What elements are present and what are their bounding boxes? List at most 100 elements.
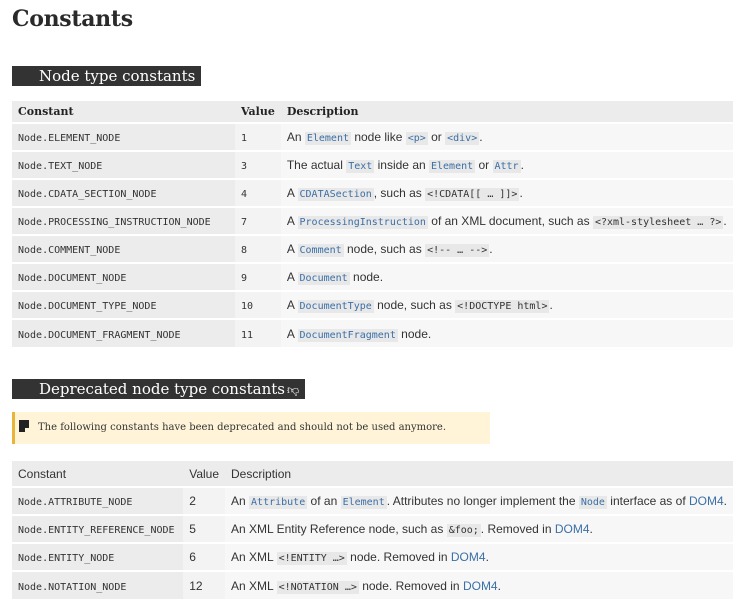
section-heading-deprecated-node-type-constants[interactable]: Deprecated node type constants 👎︎ <box>12 379 306 399</box>
description-text: An XML <box>231 578 277 593</box>
api-link[interactable]: Document <box>297 272 350 285</box>
api-link[interactable]: <div> <box>445 132 480 145</box>
table-row: Node.COMMENT_NODE 8 A Comment node, such a… <box>12 235 733 263</box>
description-text: node. Removed in <box>346 550 451 564</box>
description-cell: A ProcessingInstruction of an XML docume… <box>280 207 733 235</box>
description-text: node. <box>397 326 432 341</box>
constant-name: Node.TEXT_NODE <box>18 161 103 172</box>
api-link[interactable]: <p> <box>405 132 428 145</box>
description-text: A <box>286 326 298 341</box>
constant-name-cell: Node.TEXT_NODE <box>12 151 235 179</box>
constant-value-cell: 8 <box>235 235 281 263</box>
constant-value-cell: 5 <box>183 515 226 543</box>
section-heading-label: Node type constants <box>39 67 196 85</box>
api-link[interactable]: Text <box>346 160 375 173</box>
constant-value: 2 <box>189 494 196 508</box>
constant-name-cell: Node.ATTRIBUTE_NODE <box>12 487 184 515</box>
description-text: . Removed in <box>480 522 555 536</box>
code-snippet: <!ENTITY …> <box>276 552 347 565</box>
column-header-description: Description <box>231 466 292 481</box>
table-row: Node.PROCESSING_INSTRUCTION_NODE 7 A Proce… <box>12 207 733 235</box>
description-text: node. Removed in <box>358 578 463 593</box>
code-snippet: <!-- … --> <box>425 244 490 257</box>
spec-link[interactable]: DOM4 <box>555 522 590 536</box>
description-text: of an <box>307 494 341 508</box>
description-cell: An XML Entity Reference node, such as &f… <box>225 515 733 543</box>
constant-value: 7 <box>241 217 248 228</box>
api-link[interactable]: Comment <box>297 244 344 257</box>
description-text: interface as of <box>606 494 689 508</box>
table-header-row: Constant Value Description <box>12 101 733 123</box>
description-text: A <box>286 214 298 228</box>
table-row: Node.DOCUMENT_FRAGMENT_NODE 11 A DocumentF… <box>12 319 733 347</box>
deprecated-node-type-constants-table: Constant Value Description Node.ATTRIBUT… <box>12 461 733 599</box>
spec-link[interactable]: DOM4 <box>689 494 724 508</box>
constant-name-cell: Node.DOCUMENT_NODE <box>12 263 235 291</box>
constant-value-cell: 12 <box>183 571 226 599</box>
constant-name-cell: Node.NOTATION_NODE <box>12 571 184 599</box>
constant-name: Node.CDATA_SECTION_NODE <box>18 189 157 200</box>
code-snippet: <!NOTATION …> <box>276 580 359 594</box>
description-text: A <box>286 298 298 312</box>
api-link[interactable]: Node <box>578 496 607 509</box>
description-text: . <box>520 158 524 172</box>
constant-name: Node.ATTRIBUTE_NODE <box>18 497 133 508</box>
description-text: A <box>286 242 298 256</box>
api-link[interactable]: Element <box>304 132 351 145</box>
description-text: inside an <box>374 158 429 172</box>
constant-name: Node.DOCUMENT_NODE <box>18 273 127 284</box>
code-snippet: <!DOCTYPE html> <box>455 300 550 313</box>
column-header-description: Description <box>286 105 359 118</box>
description-text: or <box>427 130 446 144</box>
description-cell: A Document node. <box>280 263 733 291</box>
deprecation-note-text: The following constants have been deprec… <box>38 422 447 433</box>
constant-name: Node.COMMENT_NODE <box>18 245 121 256</box>
api-link[interactable]: Attribute <box>249 496 308 509</box>
description-text: node, such as <box>373 298 456 312</box>
constant-value: 5 <box>189 522 196 536</box>
description-text: , such as <box>373 186 426 200</box>
api-link[interactable]: ProcessingInstruction <box>297 216 428 229</box>
section-heading-node-type-constants[interactable]: Node type constants <box>12 66 202 86</box>
api-link[interactable]: CDATASection <box>297 188 374 201</box>
constant-value-cell: 1 <box>235 123 281 151</box>
api-link[interactable]: Attr <box>492 160 521 173</box>
table-row: Node.NOTATION_NODE 12 An XML <!NOTATION …>… <box>12 571 733 599</box>
constant-name-cell: Node.ENTITY_NODE <box>12 543 184 571</box>
constant-name-cell: Node.ELEMENT_NODE <box>12 123 235 151</box>
spec-link[interactable]: DOM4 <box>451 550 486 564</box>
constant-name-cell: Node.DOCUMENT_TYPE_NODE <box>12 291 235 319</box>
api-link[interactable]: DocumentType <box>297 300 374 313</box>
description-text: . <box>519 186 523 200</box>
description-cell: An Attribute of an Element. Attributes n… <box>225 487 733 515</box>
constant-value: 11 <box>241 329 254 341</box>
page-title: Constants <box>12 6 133 32</box>
api-link[interactable]: Element <box>340 496 387 509</box>
constant-name-cell: Node.COMMENT_NODE <box>12 235 235 263</box>
description-text: . <box>485 550 489 564</box>
description-text: A <box>286 270 298 284</box>
constant-name-cell: Node.DOCUMENT_FRAGMENT_NODE <box>12 319 235 347</box>
api-link[interactable]: Element <box>429 160 476 173</box>
description-text: node, such as <box>343 242 426 256</box>
node-type-constants-table: Constant Value Description Node.ELEMENT_… <box>12 101 733 347</box>
constant-name: Node.DOCUMENT_TYPE_NODE <box>18 301 157 312</box>
description-text: . <box>549 298 553 312</box>
table-row: Node.ATTRIBUTE_NODE 2 An Attribute of an E… <box>12 487 733 515</box>
constant-name-cell: Node.PROCESSING_INSTRUCTION_NODE <box>12 207 235 235</box>
description-text: . <box>489 242 493 256</box>
description-text: . <box>723 214 727 228</box>
description-cell: A DocumentType node, such as <!DOCTYPE h… <box>280 291 733 319</box>
table-row: Node.ENTITY_NODE 6 An XML <!ENTITY …> node… <box>12 543 733 571</box>
constant-name: Node.ENTITY_NODE <box>18 553 115 564</box>
table-row: Node.CDATA_SECTION_NODE 4 A CDATASection, … <box>12 179 733 207</box>
spec-link[interactable]: DOM4 <box>463 579 498 593</box>
table-header-row: Constant Value Description <box>12 461 733 487</box>
description-text: of an XML document, such as <box>427 214 593 228</box>
constant-name: Node.DOCUMENT_FRAGMENT_NODE <box>18 329 181 341</box>
description-text: . <box>497 578 501 593</box>
api-link[interactable]: DocumentFragment <box>297 328 398 342</box>
description-text: node like <box>351 130 406 144</box>
table-row: Node.ENTITY_REFERENCE_NODE 5 An XML Entity… <box>12 515 733 543</box>
constant-value-cell: 11 <box>235 319 281 347</box>
